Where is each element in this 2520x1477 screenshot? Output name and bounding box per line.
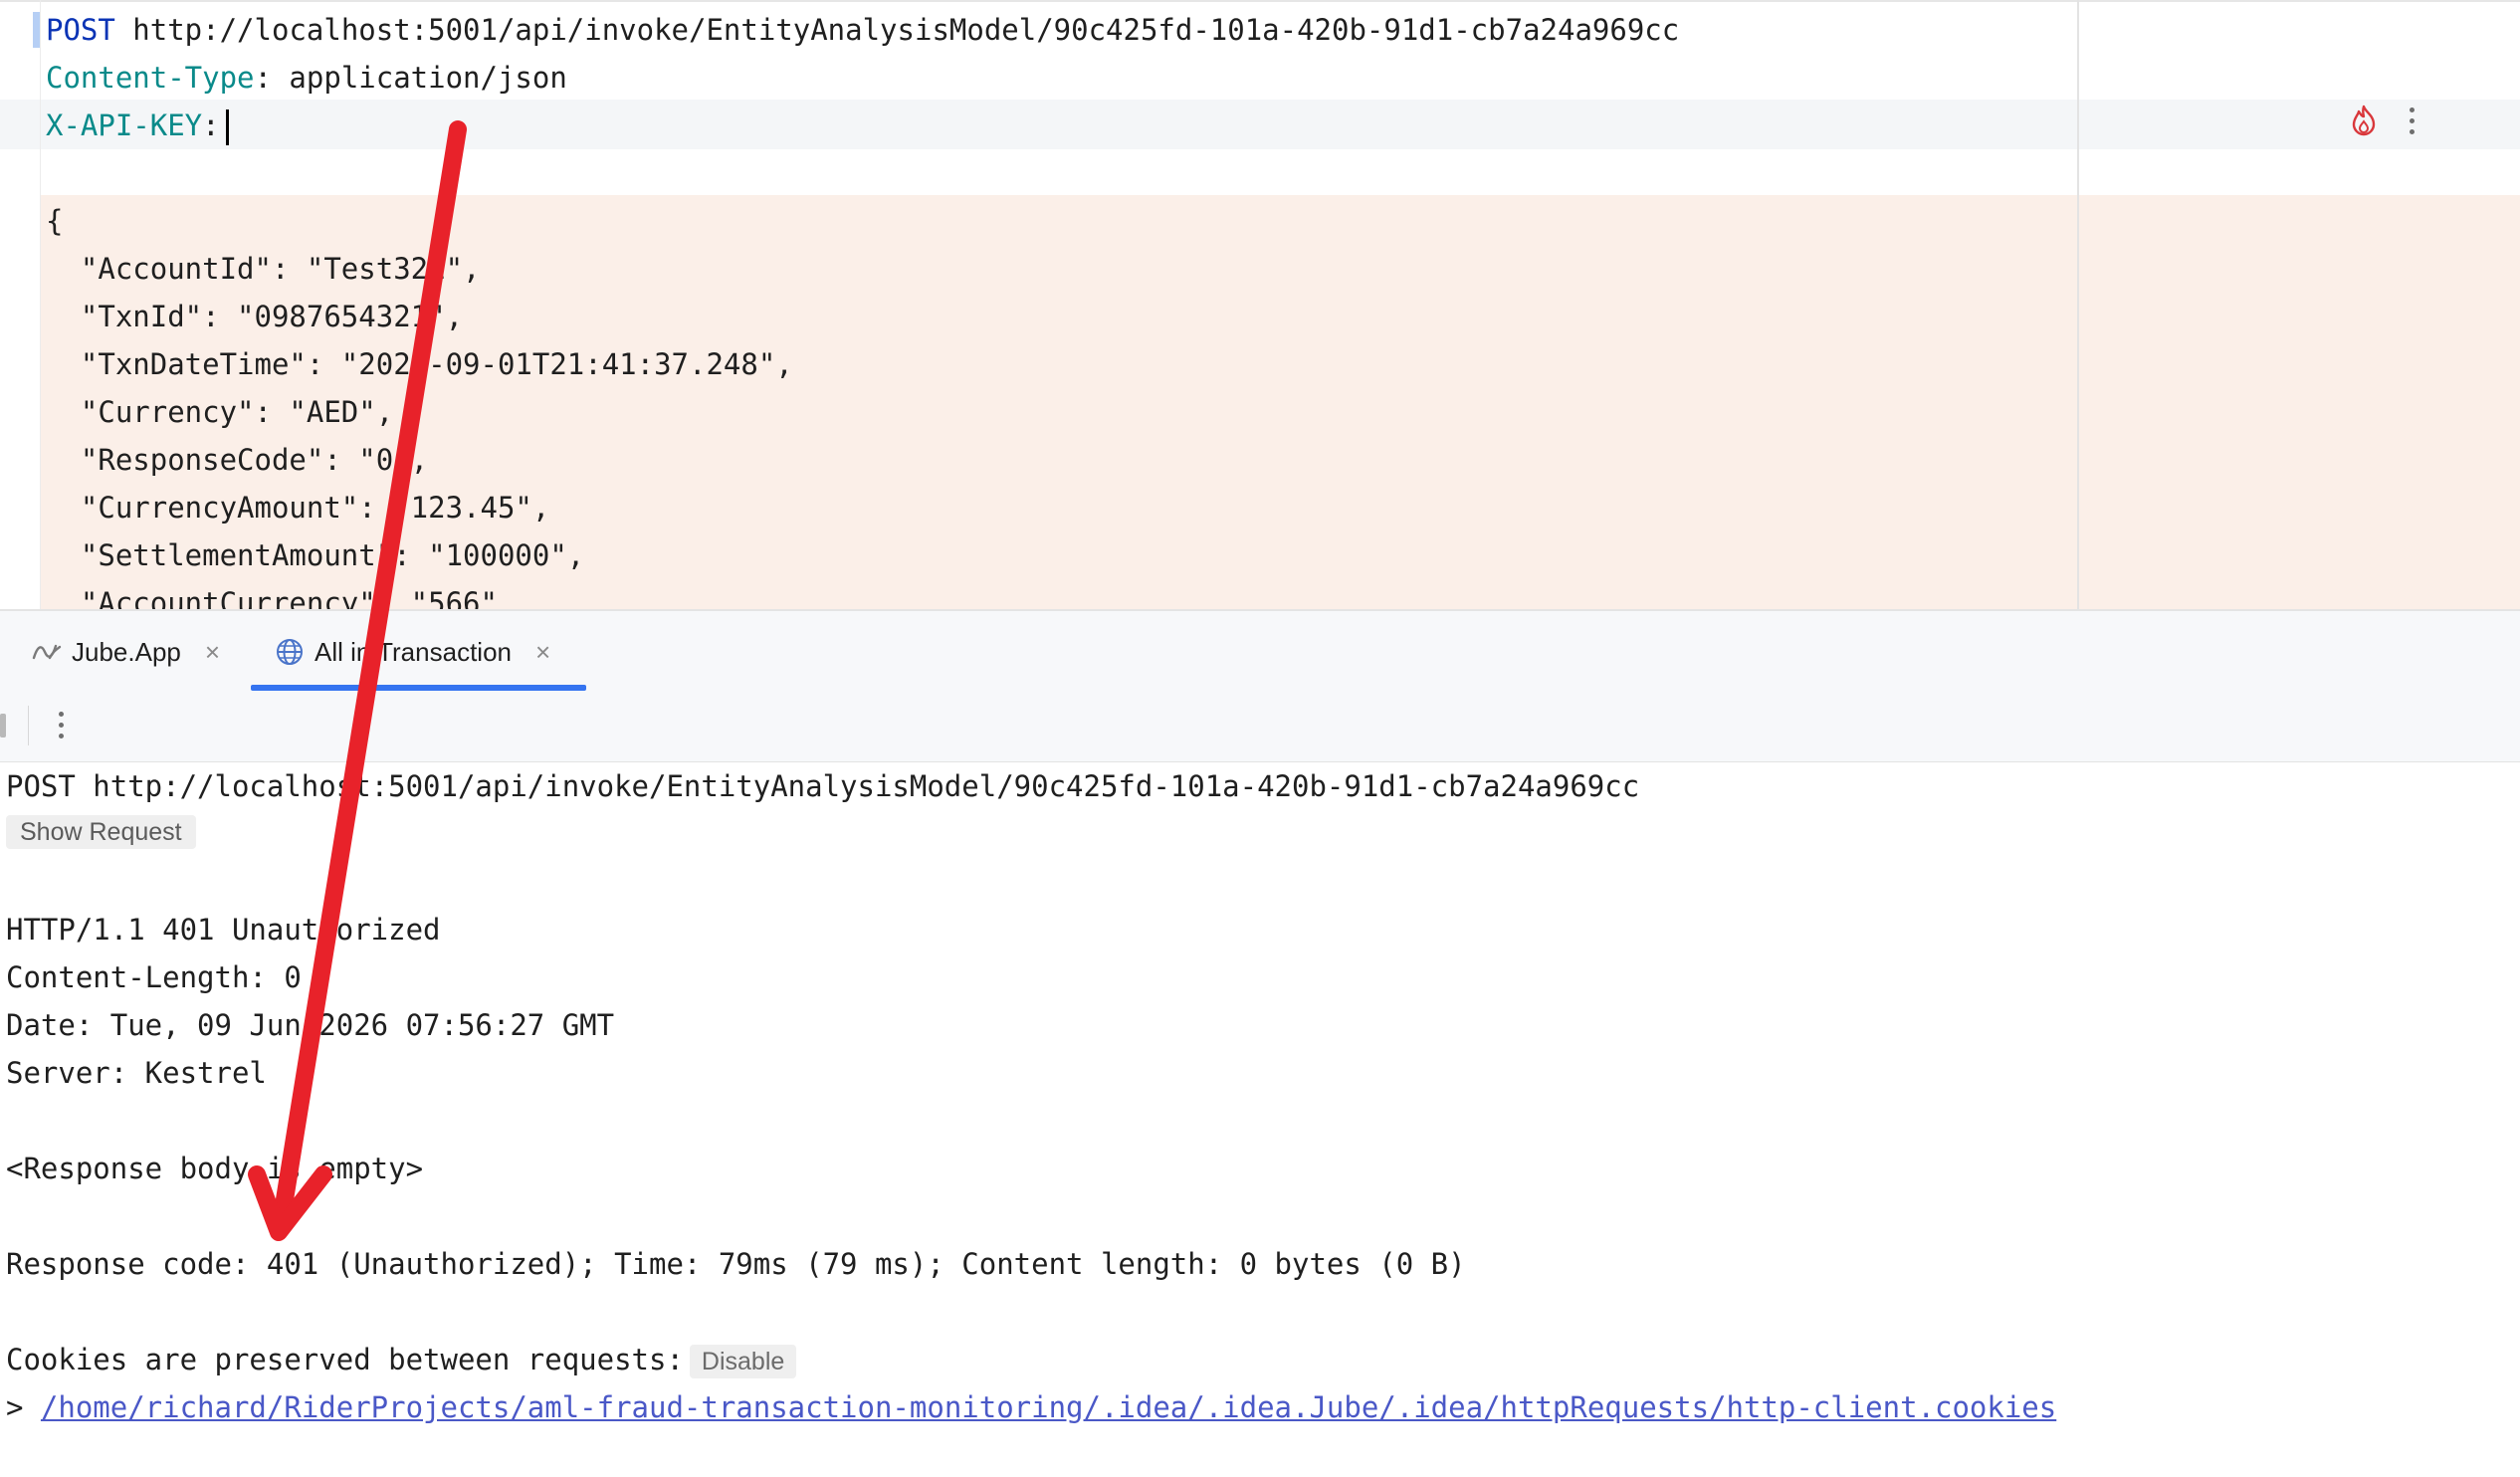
request-line[interactable]: POST http://localhost:5001/api/invoke/En… (46, 6, 1679, 54)
header-line-content-type[interactable]: Content-Type: application/json (46, 54, 567, 102)
header-key: Content-Type (46, 61, 255, 95)
response-summary: Response code: 401 (Unauthorized); Time:… (6, 1247, 1466, 1281)
header-value: : (202, 108, 220, 142)
tab-all-in-transaction[interactable]: All in Transaction × (275, 611, 550, 693)
toolbar-handle[interactable] (0, 714, 6, 738)
body-line[interactable]: "AccountCurrency": "566" (46, 579, 498, 609)
body-line[interactable]: "AccountId": "Test321", (46, 245, 481, 293)
editor-inline-actions (2347, 100, 2416, 141)
fire-icon[interactable] (2347, 104, 2381, 137)
more-options-icon[interactable] (2407, 106, 2416, 134)
disable-cookies-button[interactable]: Disable (689, 1345, 797, 1378)
tab-label: All in Transaction (315, 636, 512, 667)
http-request-editor[interactable]: POST http://localhost:5001/api/invoke/En… (0, 0, 2520, 609)
response-header: Server: Kestrel (6, 1056, 267, 1090)
cookies-text: Cookies are preserved between requests: (6, 1343, 684, 1376)
tab-label: Jube.App (72, 636, 181, 667)
request-url: http://localhost:5001/api/invoke/EntityA… (114, 13, 1680, 47)
close-icon[interactable]: × (535, 637, 550, 668)
body-line[interactable]: "TxnDateTime": "2025-09-01T21:41:37.248"… (46, 340, 793, 388)
current-line-highlight (0, 100, 2520, 149)
text-caret (225, 109, 229, 145)
body-line[interactable]: "ResponseCode": "0", (46, 436, 428, 484)
cookie-file-link[interactable]: /home/richard/RiderProjects/aml-fraud-tr… (41, 1390, 2056, 1424)
services-tab-bar: Jube.App × All in Transaction × (0, 609, 2520, 1275)
response-body-note: <Response body is empty> (6, 1152, 424, 1185)
toolbar-separator (28, 706, 29, 745)
cookie-prefix: > (6, 1390, 41, 1424)
close-icon[interactable]: × (205, 637, 220, 668)
header-line-api-key[interactable]: X-API-KEY: (46, 102, 229, 149)
tab-jube-app[interactable]: Jube.App × (32, 611, 220, 693)
globe-icon (275, 637, 305, 667)
response-header: Date: Tue, 09 Jun 2026 07:56:27 GMT (6, 1008, 615, 1042)
change-marker (33, 12, 40, 48)
show-request-button[interactable]: Show Request (6, 815, 196, 849)
run-config-icon (32, 641, 62, 663)
request-summary-line: POST http://localhost:5001/api/invoke/En… (6, 769, 1640, 803)
body-line[interactable]: "CurrencyAmount": "123.45", (46, 484, 549, 531)
body-line[interactable]: "TxnId": "0987654321", (46, 293, 463, 340)
body-line[interactable]: "Currency": "AED", (46, 388, 393, 436)
right-margin-guide (2077, 0, 2079, 609)
more-options-icon[interactable] (56, 712, 66, 738)
response-header: Content-Length: 0 (6, 960, 302, 994)
header-key: X-API-KEY (46, 108, 203, 142)
cookie-file-line: > /home/richard/RiderProjects/aml-fraud-… (6, 1383, 2056, 1431)
cookies-line: Cookies are preserved between requests: D… (6, 1336, 797, 1383)
active-tab-indicator (251, 685, 586, 691)
console-toolbar (0, 692, 2520, 762)
body-line[interactable]: { (46, 197, 63, 245)
response-console[interactable]: POST http://localhost:5001/api/invoke/En… (0, 762, 2520, 1477)
body-line[interactable]: "SettlementAmount": "100000", (46, 531, 584, 579)
header-value: : application/json (254, 61, 567, 95)
request-method: POST (46, 13, 115, 47)
editor-gutter-divider (40, 0, 41, 609)
status-line: HTTP/1.1 401 Unauthorized (6, 913, 441, 947)
